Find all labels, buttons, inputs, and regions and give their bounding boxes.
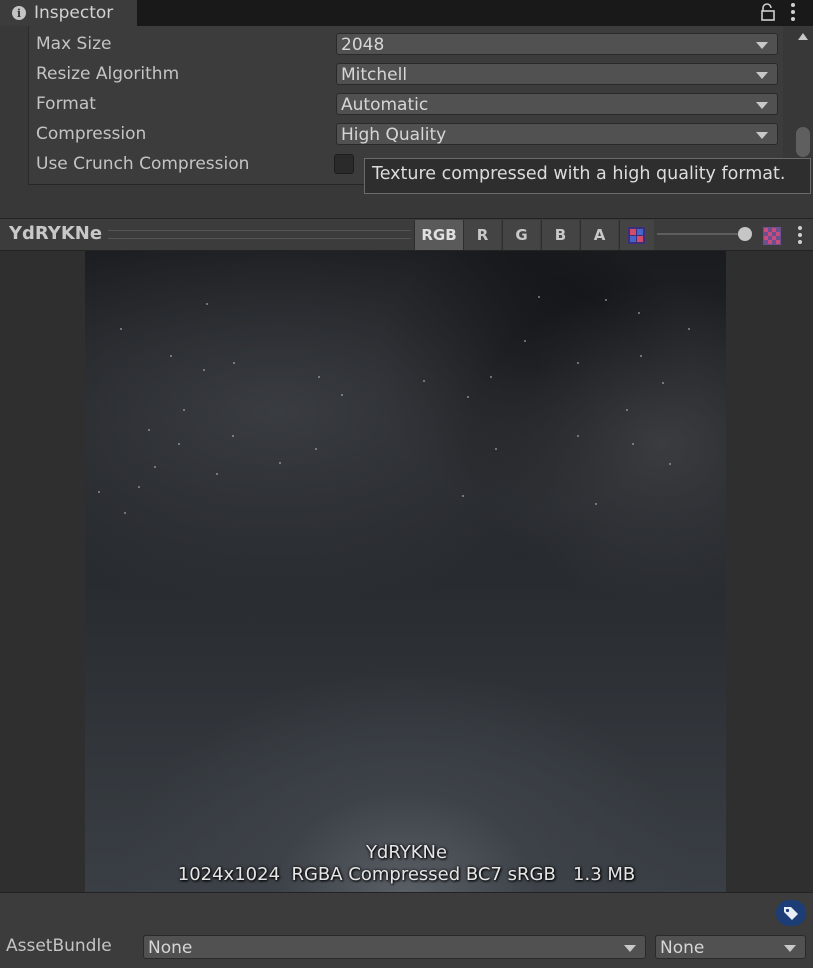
chevron-down-icon bbox=[756, 102, 768, 109]
resize-algorithm-dropdown[interactable]: Mitchell bbox=[336, 63, 778, 85]
resize-algorithm-label: Resize Algorithm bbox=[36, 64, 180, 84]
compression-value: High Quality bbox=[341, 125, 447, 145]
preview-menu-icon[interactable] bbox=[794, 225, 806, 245]
tab-inspector[interactable]: i Inspector bbox=[0, 0, 137, 26]
chevron-down-icon bbox=[784, 945, 796, 952]
mip-level-slider-handle[interactable] bbox=[738, 227, 752, 241]
resize-grip[interactable] bbox=[108, 230, 411, 239]
scroll-up-arrow-icon[interactable] bbox=[798, 33, 808, 40]
kebab-menu-icon[interactable] bbox=[786, 2, 800, 22]
tab-title: Inspector bbox=[34, 3, 114, 23]
asset-label-tag-icon[interactable] bbox=[776, 900, 806, 926]
assetbundle-variant-value: None bbox=[660, 938, 705, 958]
channel-b-button[interactable]: B bbox=[541, 220, 579, 250]
channel-g-button[interactable]: G bbox=[502, 220, 540, 250]
format-label: Format bbox=[36, 94, 96, 114]
format-value: Automatic bbox=[341, 95, 429, 115]
resize-algorithm-value: Mitchell bbox=[341, 65, 408, 85]
assetbundle-label: AssetBundle bbox=[6, 936, 112, 956]
crunch-compression-label: Use Crunch Compression bbox=[36, 154, 250, 174]
tooltip-text: Texture compressed with a high quality f… bbox=[372, 164, 786, 184]
info-icon: i bbox=[12, 6, 26, 20]
max-size-label: Max Size bbox=[36, 34, 112, 54]
tooltip: Texture compressed with a high quality f… bbox=[364, 158, 811, 194]
max-size-value: 2048 bbox=[341, 35, 385, 55]
channel-rgb-button[interactable]: RGB bbox=[414, 220, 463, 250]
chevron-down-icon bbox=[756, 42, 768, 49]
preview-title: YdRYKNe bbox=[9, 223, 103, 244]
lock-icon[interactable] bbox=[760, 3, 776, 21]
scrollbar-thumb[interactable] bbox=[796, 127, 810, 157]
channel-r-button[interactable]: R bbox=[463, 220, 501, 250]
chevron-down-icon bbox=[624, 945, 636, 952]
max-size-dropdown[interactable]: 2048 bbox=[336, 33, 778, 55]
format-dropdown[interactable]: Automatic bbox=[336, 93, 778, 115]
texture-name-overlay: YdRYKNe bbox=[365, 842, 448, 863]
crunch-compression-checkbox[interactable] bbox=[334, 154, 354, 174]
assetbundle-name-value: None bbox=[148, 938, 193, 958]
channel-a-button[interactable]: A bbox=[580, 220, 618, 250]
assetbundle-name-dropdown[interactable]: None bbox=[143, 935, 646, 959]
star-field bbox=[98, 296, 690, 514]
compression-dropdown[interactable]: High Quality bbox=[336, 123, 778, 145]
mipmap-large-icon bbox=[763, 227, 781, 245]
assetbundle-variant-dropdown[interactable]: None bbox=[655, 935, 806, 959]
chevron-down-icon bbox=[756, 132, 768, 139]
mipmap-small-icon bbox=[628, 227, 645, 244]
chevron-down-icon bbox=[756, 72, 768, 79]
compression-label: Compression bbox=[36, 124, 147, 144]
texture-info-overlay: 1024x1024 RGBA Compressed BC7 sRGB 1.3 M… bbox=[177, 864, 636, 885]
mip-level-slider-track[interactable] bbox=[657, 233, 747, 235]
texture-preview-image bbox=[85, 251, 726, 892]
